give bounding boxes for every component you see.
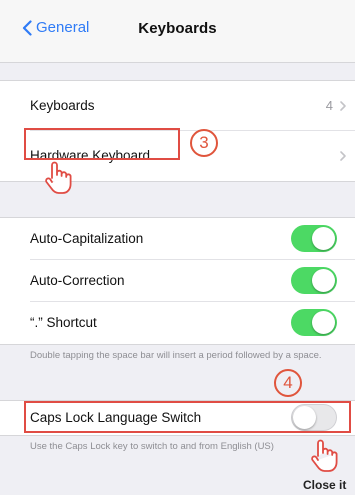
hand-pointer-icon	[45, 161, 72, 194]
toggle-knob	[312, 269, 335, 292]
period-shortcut-label: “.” Shortcut	[30, 315, 97, 330]
auto-correction-row: Auto-Correction	[0, 260, 355, 301]
shortcut-footer-note: Double tapping the space bar will insert…	[30, 350, 322, 361]
period-shortcut-row: “.” Shortcut	[0, 302, 355, 343]
auto-capitalization-row: Auto-Capitalization	[0, 218, 355, 259]
hardware-keyboard-highlight	[24, 128, 180, 160]
keyboards-count: 4	[325, 98, 333, 113]
auto-correction-label: Auto-Correction	[30, 273, 125, 288]
close-it-caption: Close it	[303, 478, 347, 492]
hand-pointer-icon	[311, 439, 338, 472]
period-shortcut-toggle[interactable]	[291, 309, 337, 336]
typing-options-group: Auto-Capitalization Auto-Correction “.” …	[0, 217, 355, 345]
toggle-knob	[312, 311, 335, 334]
keyboards-row[interactable]: Keyboards 4	[0, 81, 355, 130]
caps-lock-highlight	[24, 401, 351, 433]
auto-capitalization-toggle[interactable]	[291, 225, 337, 252]
toggle-knob	[312, 227, 335, 250]
chevron-right-icon	[340, 100, 346, 111]
keyboards-label: Keyboards	[30, 98, 95, 113]
caps-lock-footer-note: Use the Caps Lock key to switch to and f…	[30, 441, 274, 452]
chevron-right-icon	[340, 150, 346, 161]
step-3-marker: 3	[190, 129, 218, 157]
auto-capitalization-label: Auto-Capitalization	[30, 231, 144, 246]
page-title: Keyboards	[138, 20, 217, 37]
auto-correction-toggle[interactable]	[291, 267, 337, 294]
step-4-marker: 4	[274, 369, 302, 397]
navigation-bar: General Keyboards	[0, 0, 355, 63]
